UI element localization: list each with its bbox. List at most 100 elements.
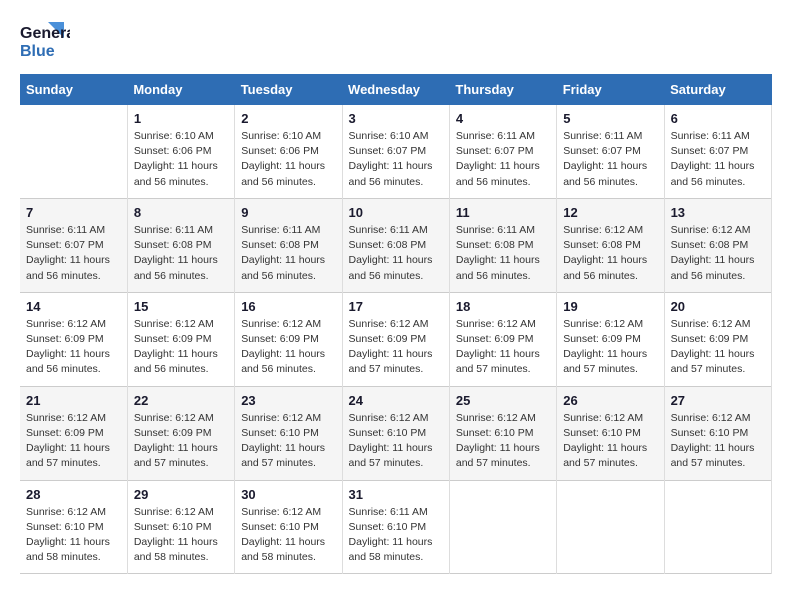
calendar-cell: 21 Sunrise: 6:12 AMSunset: 6:09 PMDayligh… xyxy=(20,386,127,480)
day-number: 10 xyxy=(349,205,443,220)
day-info: Sunrise: 6:10 AMSunset: 6:06 PMDaylight:… xyxy=(134,129,228,190)
day-number: 12 xyxy=(563,205,657,220)
day-info: Sunrise: 6:12 AMSunset: 6:09 PMDaylight:… xyxy=(456,317,550,378)
calendar-header-row: SundayMondayTuesdayWednesdayThursdayFrid… xyxy=(20,74,772,105)
day-info: Sunrise: 6:12 AMSunset: 6:10 PMDaylight:… xyxy=(241,505,335,566)
day-number: 15 xyxy=(134,299,228,314)
calendar-cell: 9Sunrise: 6:11 AMSunset: 6:08 PMDaylight… xyxy=(235,198,342,292)
day-number: 14 xyxy=(26,299,121,314)
calendar-cell: 31 Sunrise: 6:11 AMSunset: 6:10 PMDayligh… xyxy=(342,480,449,574)
day-info: Sunrise: 6:11 AMSunset: 6:07 PMDaylight:… xyxy=(456,129,550,190)
calendar-cell: 11 Sunrise: 6:11 AMSunset: 6:08 PMDayligh… xyxy=(449,198,556,292)
column-header-thursday: Thursday xyxy=(449,74,556,105)
calendar-cell: 10 Sunrise: 6:11 AMSunset: 6:08 PMDayligh… xyxy=(342,198,449,292)
day-number: 8 xyxy=(134,205,228,220)
day-number: 18 xyxy=(456,299,550,314)
day-info: Sunrise: 6:12 AMSunset: 6:08 PMDaylight:… xyxy=(563,223,657,284)
day-number: 16 xyxy=(241,299,335,314)
day-info: Sunrise: 6:12 AMSunset: 6:09 PMDaylight:… xyxy=(134,317,228,378)
day-number: 1 xyxy=(134,111,228,126)
day-info: Sunrise: 6:11 AMSunset: 6:07 PMDaylight:… xyxy=(671,129,765,190)
day-info: Sunrise: 6:11 AMSunset: 6:08 PMDaylight:… xyxy=(134,223,228,284)
day-number: 4 xyxy=(456,111,550,126)
day-info: Sunrise: 6:12 AMSunset: 6:10 PMDaylight:… xyxy=(241,411,335,472)
calendar-cell: 20Sunrise: 6:12 AMSunset: 6:09 PMDayligh… xyxy=(664,292,771,386)
calendar-cell xyxy=(557,480,664,574)
day-info: Sunrise: 6:12 AMSunset: 6:09 PMDaylight:… xyxy=(241,317,335,378)
calendar-cell: 13 Sunrise: 6:12 AMSunset: 6:08 PMDayligh… xyxy=(664,198,771,292)
calendar-cell: 16 Sunrise: 6:12 AMSunset: 6:09 PMDayligh… xyxy=(235,292,342,386)
day-number: 7 xyxy=(26,205,121,220)
day-number: 3 xyxy=(349,111,443,126)
day-info: Sunrise: 6:12 AMSunset: 6:10 PMDaylight:… xyxy=(349,411,443,472)
calendar-cell: 24 Sunrise: 6:12 AMSunset: 6:10 PMDayligh… xyxy=(342,386,449,480)
day-number: 24 xyxy=(349,393,443,408)
day-info: Sunrise: 6:12 AMSunset: 6:10 PMDaylight:… xyxy=(134,505,228,566)
column-header-tuesday: Tuesday xyxy=(235,74,342,105)
day-info: Sunrise: 6:12 AMSunset: 6:10 PMDaylight:… xyxy=(671,411,765,472)
week-row-1: 1 Sunrise: 6:10 AMSunset: 6:06 PMDaylight… xyxy=(20,105,772,198)
svg-text:Blue: Blue xyxy=(20,43,55,60)
calendar-cell: 27 Sunrise: 6:12 AMSunset: 6:10 PMDayligh… xyxy=(664,386,771,480)
week-row-5: 28 Sunrise: 6:12 AMSunset: 6:10 PMDayligh… xyxy=(20,480,772,574)
day-number: 28 xyxy=(26,487,121,502)
day-info: Sunrise: 6:11 AMSunset: 6:08 PMDaylight:… xyxy=(456,223,550,284)
day-info: Sunrise: 6:11 AMSunset: 6:10 PMDaylight:… xyxy=(349,505,443,566)
calendar-cell: 18 Sunrise: 6:12 AMSunset: 6:09 PMDayligh… xyxy=(449,292,556,386)
calendar-cell: 2 Sunrise: 6:10 AMSunset: 6:06 PMDaylight… xyxy=(235,105,342,198)
day-number: 20 xyxy=(671,299,765,314)
calendar-cell: 28 Sunrise: 6:12 AMSunset: 6:10 PMDayligh… xyxy=(20,480,127,574)
day-info: Sunrise: 6:12 AMSunset: 6:10 PMDaylight:… xyxy=(26,505,121,566)
day-number: 23 xyxy=(241,393,335,408)
calendar-cell xyxy=(20,105,127,198)
day-info: Sunrise: 6:12 AMSunset: 6:09 PMDaylight:… xyxy=(349,317,443,378)
day-info: Sunrise: 6:11 AMSunset: 6:08 PMDaylight:… xyxy=(349,223,443,284)
day-info: Sunrise: 6:12 AMSunset: 6:10 PMDaylight:… xyxy=(563,411,657,472)
column-header-saturday: Saturday xyxy=(664,74,771,105)
week-row-4: 21 Sunrise: 6:12 AMSunset: 6:09 PMDayligh… xyxy=(20,386,772,480)
calendar-cell: 12 Sunrise: 6:12 AMSunset: 6:08 PMDayligh… xyxy=(557,198,664,292)
calendar-cell xyxy=(449,480,556,574)
day-info: Sunrise: 6:11 AMSunset: 6:07 PMDaylight:… xyxy=(26,223,121,284)
page-header: GeneralBlue xyxy=(20,20,772,64)
calendar-cell: 17 Sunrise: 6:12 AMSunset: 6:09 PMDayligh… xyxy=(342,292,449,386)
day-info: Sunrise: 6:10 AMSunset: 6:07 PMDaylight:… xyxy=(349,129,443,190)
day-number: 9 xyxy=(241,205,335,220)
day-number: 13 xyxy=(671,205,765,220)
calendar-cell: 19Sunrise: 6:12 AMSunset: 6:09 PMDayligh… xyxy=(557,292,664,386)
day-number: 19 xyxy=(563,299,657,314)
calendar-cell: 25 Sunrise: 6:12 AMSunset: 6:10 PMDayligh… xyxy=(449,386,556,480)
day-info: Sunrise: 6:12 AMSunset: 6:09 PMDaylight:… xyxy=(134,411,228,472)
svg-text:General: General xyxy=(20,25,70,42)
logo: GeneralBlue xyxy=(20,20,70,64)
day-info: Sunrise: 6:10 AMSunset: 6:06 PMDaylight:… xyxy=(241,129,335,190)
day-info: Sunrise: 6:12 AMSunset: 6:08 PMDaylight:… xyxy=(671,223,765,284)
day-info: Sunrise: 6:12 AMSunset: 6:09 PMDaylight:… xyxy=(26,411,121,472)
column-header-monday: Monday xyxy=(127,74,234,105)
calendar-cell: 4 Sunrise: 6:11 AMSunset: 6:07 PMDaylight… xyxy=(449,105,556,198)
calendar-cell: 30 Sunrise: 6:12 AMSunset: 6:10 PMDayligh… xyxy=(235,480,342,574)
column-header-wednesday: Wednesday xyxy=(342,74,449,105)
day-number: 2 xyxy=(241,111,335,126)
calendar-cell: 23 Sunrise: 6:12 AMSunset: 6:10 PMDayligh… xyxy=(235,386,342,480)
day-number: 22 xyxy=(134,393,228,408)
day-number: 27 xyxy=(671,393,765,408)
logo-icon: GeneralBlue xyxy=(20,20,70,64)
day-number: 17 xyxy=(349,299,443,314)
day-number: 21 xyxy=(26,393,121,408)
day-number: 25 xyxy=(456,393,550,408)
calendar-cell: 1 Sunrise: 6:10 AMSunset: 6:06 PMDaylight… xyxy=(127,105,234,198)
calendar-cell: 8 Sunrise: 6:11 AMSunset: 6:08 PMDaylight… xyxy=(127,198,234,292)
calendar-cell: 15 Sunrise: 6:12 AMSunset: 6:09 PMDayligh… xyxy=(127,292,234,386)
day-number: 29 xyxy=(134,487,228,502)
day-info: Sunrise: 6:12 AMSunset: 6:10 PMDaylight:… xyxy=(456,411,550,472)
calendar-cell: 29 Sunrise: 6:12 AMSunset: 6:10 PMDayligh… xyxy=(127,480,234,574)
day-number: 30 xyxy=(241,487,335,502)
calendar-cell: 6 Sunrise: 6:11 AMSunset: 6:07 PMDaylight… xyxy=(664,105,771,198)
calendar-cell: 26Sunrise: 6:12 AMSunset: 6:10 PMDayligh… xyxy=(557,386,664,480)
week-row-3: 14 Sunrise: 6:12 AMSunset: 6:09 PMDayligh… xyxy=(20,292,772,386)
day-number: 31 xyxy=(349,487,443,502)
day-number: 5 xyxy=(563,111,657,126)
day-number: 6 xyxy=(671,111,765,126)
day-number: 11 xyxy=(456,205,550,220)
